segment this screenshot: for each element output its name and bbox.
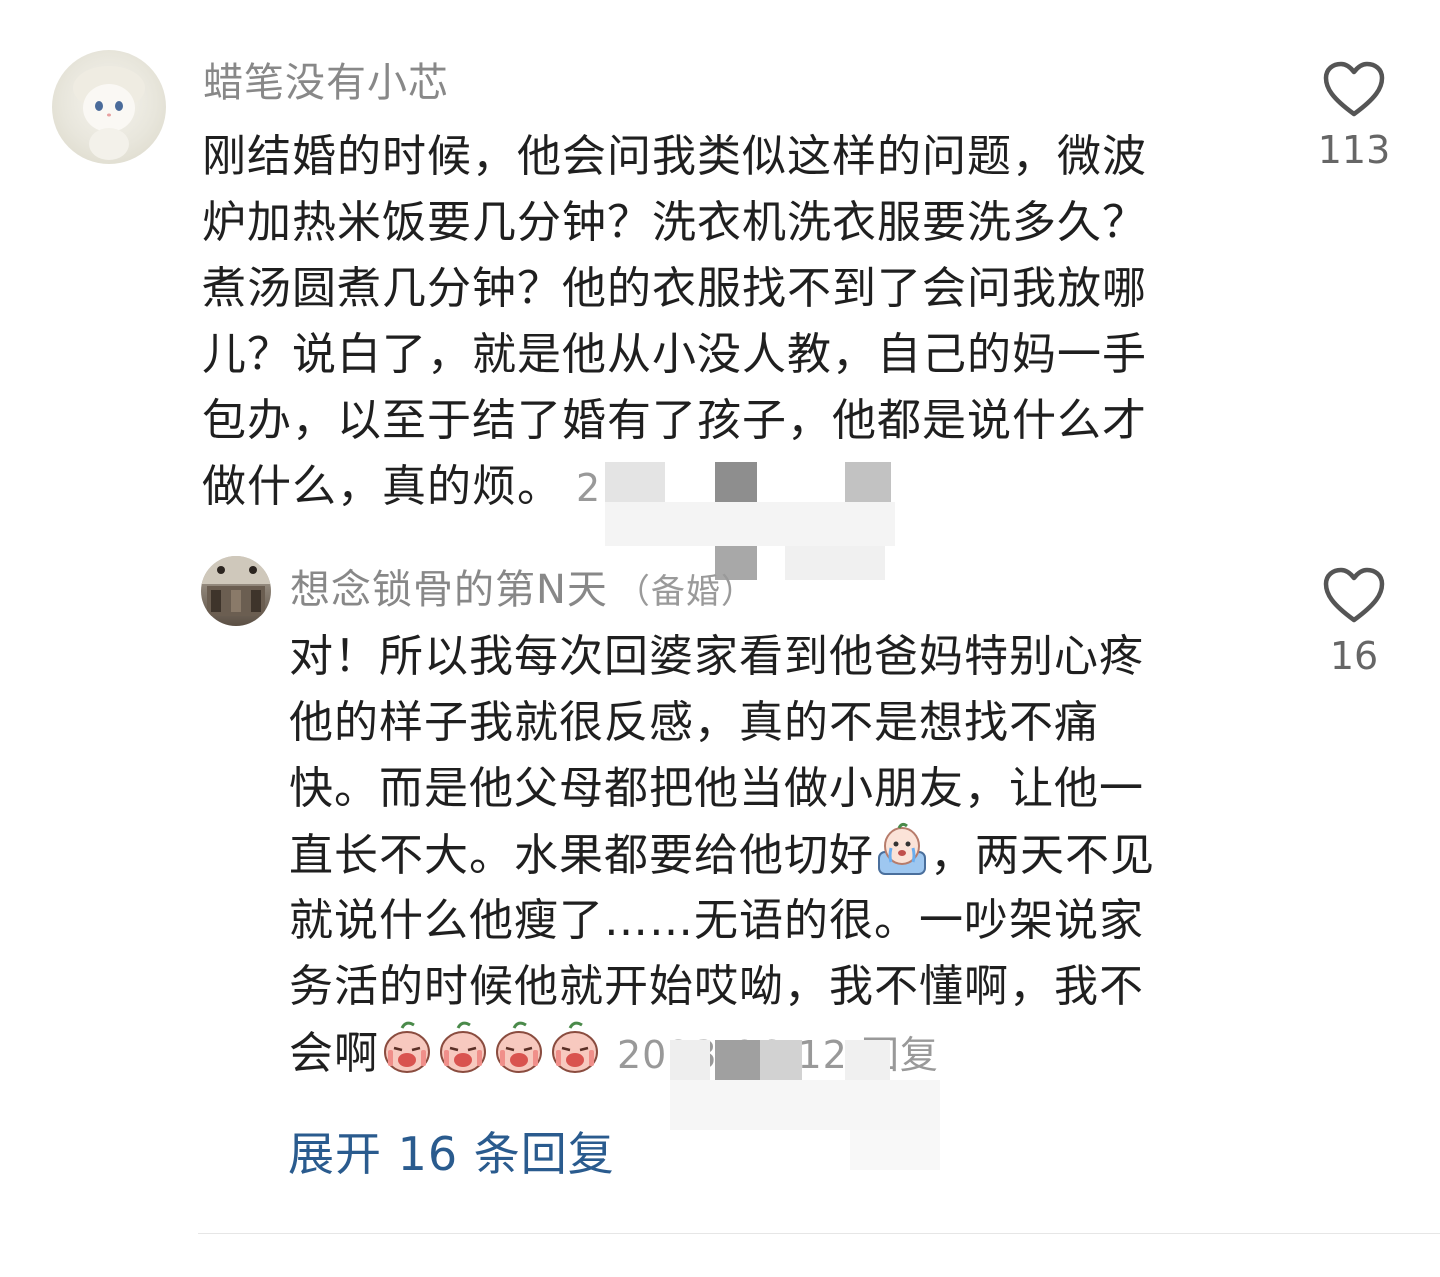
reply-line: 他的样子我就很反感，真的不是想找不痛 — [289, 697, 1099, 748]
reply-line: 务活的时候他就开始哎呦，我不懂啊，我不 — [289, 961, 1144, 1012]
reply-like-button[interactable]: 16 — [1304, 566, 1404, 678]
comment-line: 做什么，真的烦。 — [202, 461, 562, 512]
comment-line: 包办，以至于结了婚有了孩子，他都是说什么才 — [202, 395, 1147, 446]
heart-outline-icon — [1323, 567, 1385, 623]
comment-line: 炉加热米饭要几分钟？洗衣机洗衣服要洗多久？ — [202, 197, 1147, 248]
sobbing-face-emoji-icon — [384, 1021, 430, 1073]
avatar[interactable] — [52, 50, 166, 164]
heart-outline-icon — [1323, 61, 1385, 117]
redaction-mosaic — [640, 1030, 940, 1170]
like-count: 16 — [1329, 634, 1379, 678]
comment-username[interactable]: 蜡笔没有小芯 — [203, 50, 449, 108]
comment-timestamp: 2 — [576, 466, 602, 510]
reply-line: 对！所以我每次回婆家看到他爸妈特别心疼 — [289, 631, 1144, 682]
reply-username[interactable]: 想念锁骨的第N天 — [290, 567, 608, 613]
crying-face-emoji-icon — [878, 822, 926, 875]
bunny-avatar-icon — [73, 66, 145, 160]
sobbing-face-emoji-icon — [552, 1021, 598, 1073]
reply-line: 就说什么他瘦了……无语的很。一吵架说家 — [289, 895, 1144, 946]
reply-line-with-emoji: 直长不大。水果都要给他切好 ，两天不见 — [289, 822, 1239, 888]
reply-line-segment: 会啊 — [289, 1028, 379, 1079]
sobbing-face-emoji-icon — [440, 1021, 486, 1073]
reply-line-segment: ，两天不见 — [930, 830, 1155, 881]
comment-line: 刚结婚的时候，他会问我类似这样的问题，微波 — [202, 131, 1147, 182]
comment-line: 煮汤圆煮几分钟？他的衣服找不到了会问我放哪 — [202, 263, 1147, 314]
sobbing-face-emoji-icon — [496, 1021, 542, 1073]
photo-avatar-icon — [201, 556, 271, 616]
like-button[interactable]: 113 — [1304, 60, 1404, 172]
reply-line-segment: 直长不大。水果都要给他切好 — [289, 830, 874, 881]
reply-username-row: 想念锁骨的第N天 （备婚） — [290, 557, 756, 615]
reply-body: 对！所以我每次回婆家看到他爸妈特别心疼 他的样子我就很反感，真的不是想找不痛 快… — [289, 624, 1239, 1086]
comment-body: 刚结婚的时候，他会问我类似这样的问题，微波 炉加热米饭要几分钟？洗衣机洗衣服要洗… — [202, 124, 1242, 520]
expand-replies-link[interactable]: 展开 16 条回复 — [288, 1118, 615, 1184]
reply-line: 快。而是他父母都把他当做小朋友，让他一 — [289, 763, 1144, 814]
reply-avatar[interactable] — [201, 556, 271, 626]
divider — [198, 1233, 1440, 1234]
like-count: 113 — [1317, 128, 1391, 172]
user-badge: （备婚） — [615, 572, 756, 612]
comment-line: 儿？说白了，就是他从小没人教，自己的妈一手 — [202, 329, 1147, 380]
